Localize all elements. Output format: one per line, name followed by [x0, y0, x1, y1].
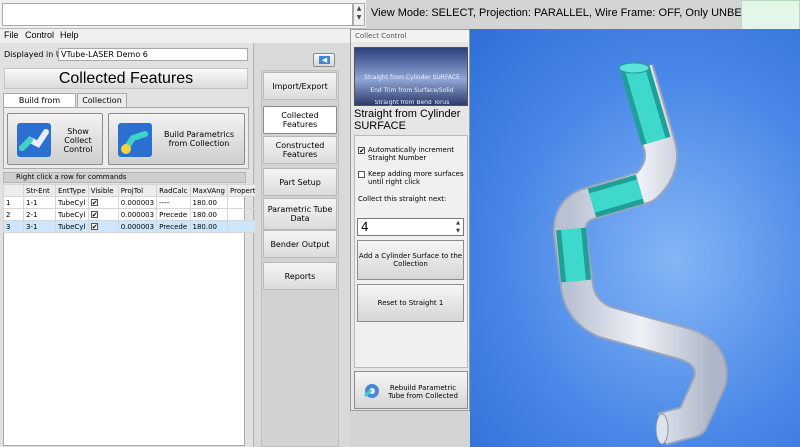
table-cell: Precede [156, 220, 191, 233]
table-cell: 3 [3, 220, 24, 233]
dialog-heading: Straight from Cylinder SURFACE [354, 108, 461, 132]
nav-item-parametric-tube-data[interactable]: Parametric Tube Data [263, 198, 337, 230]
tab-build-from-collection[interactable]: Build from Collection [3, 93, 76, 118]
table-cell: 2-1 [23, 208, 56, 221]
command-input[interactable] [2, 3, 353, 26]
table-cell: 3-1 [23, 220, 56, 233]
col-visible[interactable]: Visible [87, 184, 119, 197]
keep-adding-checkbox[interactable]: Keep adding more surfaces until right cl… [358, 170, 466, 186]
menu-help[interactable]: Help [60, 30, 79, 40]
col-max-v-ang[interactable]: MaxVAng [189, 184, 229, 197]
auto-increment-label: Automatically increment Straight Number [368, 146, 455, 162]
reset-straight-button[interactable]: Reset to Straight 1 [357, 284, 464, 322]
keep-adding-label: Keep adding more surfaces until right cl… [368, 170, 464, 186]
build-parametrics-label: Build Parametrics from Collection [163, 130, 235, 148]
auto-increment-checkbox[interactable]: ✔ Automatically increment Straight Numbe… [358, 146, 466, 162]
table-cell: 1-1 [23, 196, 56, 209]
collapse-button[interactable]: ◀ [313, 53, 335, 67]
banner-line-1[interactable]: Straight from Cylinder SURFACE [355, 74, 469, 81]
col-str-ent[interactable]: Str-Ent [23, 184, 56, 197]
dialog-title: Collect Control [351, 30, 469, 42]
checkbox-box[interactable]: ✔ [90, 198, 98, 206]
checkbox-box[interactable]: ✔ [90, 210, 98, 218]
nav-item-part-setup[interactable]: Part Setup [263, 168, 337, 196]
view-mode-status: View Mode: SELECT, Projection: PARALLEL,… [371, 7, 741, 19]
rebuild-gear-icon [363, 384, 379, 398]
tube-model[interactable] [470, 29, 800, 447]
tube-collect-icon [17, 123, 51, 157]
menu-file[interactable]: File [4, 30, 19, 40]
visible-checkbox[interactable]: ✔ [87, 208, 119, 221]
nav-item-reports[interactable]: Reports [263, 262, 337, 290]
nav-item-bender-output[interactable]: Bender Output [263, 230, 337, 258]
rebuild-tube-button[interactable]: Rebuild Parametric Tube from Collected [354, 371, 468, 409]
table-cell: TubeCyl [55, 220, 89, 233]
table-cell: 0.000003 [117, 208, 158, 221]
table-row[interactable]: 1 1-1 TubeCyl ✔ 0.000003 ---- 180.00 [3, 196, 265, 209]
build-parametrics-button[interactable]: Build Parametrics from Collection [108, 113, 245, 165]
show-collect-control-button[interactable]: Show Collect Control [7, 113, 103, 165]
table-header-row: Str-Ent EntType Visible ProjTol RadCalc … [3, 184, 265, 197]
mode-banner: Straight from Cylinder SURFACE End Trim … [354, 47, 468, 106]
col-index [3, 184, 24, 197]
panel-title: Collected Features [4, 68, 248, 89]
next-straight-input[interactable]: 4 [357, 218, 464, 236]
tube-straight-2-shine [589, 179, 643, 213]
command-scroll[interactable]: ▲ ▼ [353, 3, 365, 26]
nav-item-import-export[interactable]: Import/Export [263, 72, 337, 100]
table-cell: Precede [156, 208, 191, 221]
spinner-arrows-icon[interactable]: ▲ ▼ [453, 219, 463, 235]
visible-checkbox[interactable]: ✔ [87, 196, 119, 209]
checkbox-box[interactable]: ✔ [358, 147, 365, 155]
menu-control[interactable]: Control [25, 30, 54, 40]
table-cell: ---- [156, 196, 191, 209]
visible-checkbox[interactable]: ✔ [87, 220, 119, 233]
table-cell: 0.000003 [117, 220, 158, 233]
displayed-field[interactable]: VTube-LASER Demo 6 [58, 48, 248, 61]
table-cell: 0.000003 [117, 196, 158, 209]
checkbox-box[interactable]: ✔ [90, 222, 98, 230]
tube-straight-3-shine [561, 228, 586, 282]
table-cell: 180.00 [189, 196, 229, 209]
collection-table: Str-Ent EntType Visible ProjTol RadCalc … [3, 184, 265, 233]
table-cell: 2 [3, 208, 24, 221]
table-row[interactable]: 3 3-1 TubeCyl ✔ 0.000003 Precede 180.00 [3, 220, 265, 233]
col-ent-type[interactable]: EntType [55, 184, 89, 197]
tube-build-icon [118, 123, 152, 157]
add-cylinder-button[interactable]: Add a Cylinder Surface to the Collection [357, 240, 464, 280]
row-command-hint: Right click a row for commands [3, 172, 246, 183]
next-straight-label: Collect this straight next: [358, 195, 447, 203]
banner-line-3[interactable]: Straight from Bend Torus [355, 100, 469, 106]
rebuild-label: Rebuild Parametric Tube from Collected [388, 384, 458, 400]
banner-line-2[interactable]: End Trim from Surface/Solid [355, 87, 469, 94]
checkbox-box[interactable] [358, 171, 365, 178]
arrow-left-icon: ◀ [319, 56, 330, 64]
tube-end-cap [618, 62, 650, 74]
table-cell: 1 [3, 196, 24, 209]
tube-start-cap [655, 413, 669, 445]
col-rad-calc[interactable]: RadCalc [156, 184, 191, 197]
col-proj-tol[interactable]: ProjTol [117, 184, 158, 197]
nav-item-constructed-features[interactable]: Constructed Features [263, 136, 337, 164]
table-cell: 180.00 [189, 220, 229, 233]
table-cell: TubeCyl [55, 208, 89, 221]
table-row[interactable]: 2 2-1 TubeCyl ✔ 0.000003 Precede 180.00 [3, 208, 265, 221]
table-cell: 180.00 [189, 208, 229, 221]
show-collect-label: Show Collect Control [63, 127, 93, 154]
nav-item-collected-features[interactable]: Collected Features [263, 106, 337, 134]
table-cell: TubeCyl [55, 196, 89, 209]
tab-collection-list[interactable]: Collection List [77, 93, 127, 118]
